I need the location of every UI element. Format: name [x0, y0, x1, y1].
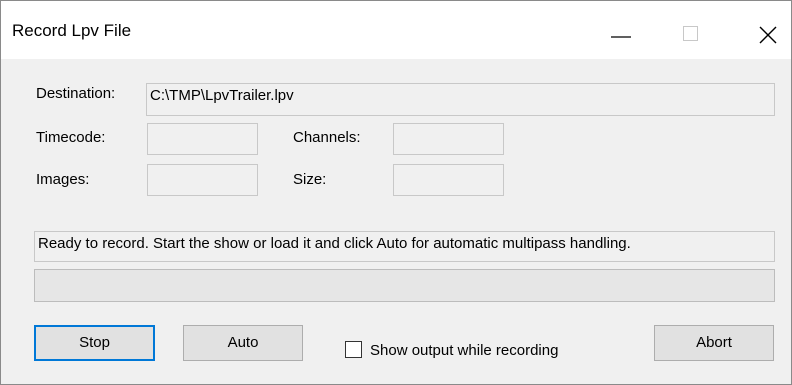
- show-output-checkbox[interactable]: [345, 341, 362, 358]
- dialog-body: Destination: C:\TMP\LpvTrailer.lpv Timec…: [1, 59, 791, 384]
- recording-progress-bar: [34, 269, 775, 302]
- size-field: [393, 164, 504, 196]
- record-lpv-dialog: Record Lpv File Destination: C:\TMP\LpvT…: [0, 0, 792, 385]
- images-label: Images:: [36, 171, 90, 188]
- stop-button[interactable]: Stop: [34, 325, 155, 361]
- show-output-label[interactable]: Show output while recording: [370, 342, 558, 359]
- window-title: Record Lpv File: [12, 21, 132, 40]
- close-button[interactable]: [724, 1, 790, 59]
- maximize-icon: [683, 26, 698, 41]
- auto-button[interactable]: Auto: [183, 325, 303, 361]
- minimize-button[interactable]: [591, 1, 657, 59]
- timecode-field: [147, 123, 258, 155]
- status-message: Ready to record. Start the show or load …: [34, 231, 775, 262]
- close-icon: [759, 26, 777, 44]
- title-bar[interactable]: Record Lpv File: [1, 1, 791, 59]
- destination-label: Destination:: [36, 85, 116, 102]
- abort-button[interactable]: Abort: [654, 325, 774, 361]
- destination-field: C:\TMP\LpvTrailer.lpv: [146, 83, 775, 116]
- channels-field: [393, 123, 504, 155]
- minimize-icon: [611, 36, 631, 38]
- images-field: [147, 164, 258, 196]
- channels-label: Channels:: [293, 129, 361, 146]
- maximize-button: [657, 1, 723, 59]
- size-label: Size:: [293, 171, 327, 188]
- timecode-label: Timecode:: [36, 129, 106, 146]
